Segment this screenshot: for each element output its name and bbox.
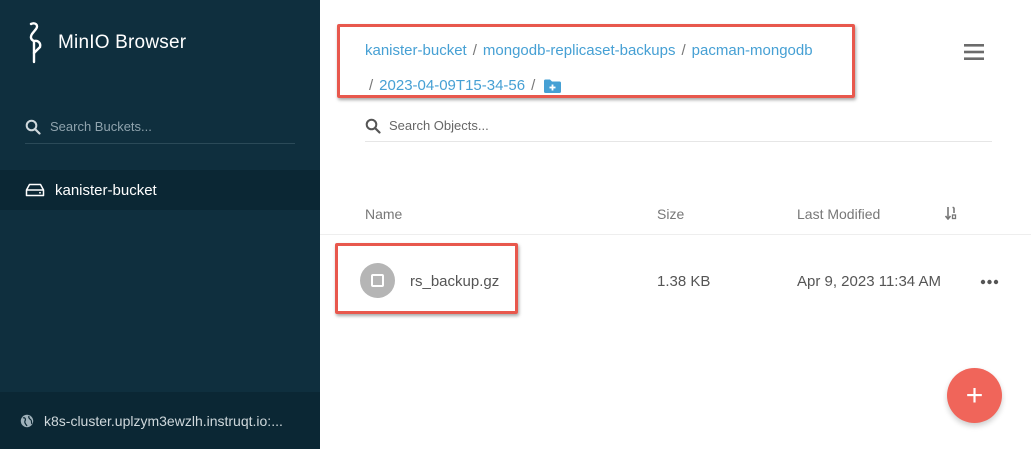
minio-logo-icon (29, 22, 42, 64)
more-options-icon[interactable] (980, 279, 999, 285)
brand-name: MinIO Browser (58, 32, 187, 53)
bucket-search (25, 110, 295, 144)
search-icon (365, 118, 381, 134)
breadcrumb-separator: / (531, 77, 536, 94)
hamburger-menu-icon[interactable] (964, 44, 984, 60)
sidebar-item-kanister-bucket[interactable]: kanister-bucket (0, 170, 320, 210)
breadcrumb-separator: / (681, 42, 686, 59)
add-button[interactable]: + (947, 368, 1002, 423)
breadcrumb-mongodb-replicaset-backups[interactable]: mongodb-replicaset-backups (483, 42, 676, 59)
column-header-name[interactable]: Name (365, 206, 402, 222)
globe-icon (20, 414, 34, 427)
breadcrumb: kanister-bucket / mongodb-replicaset-bac… (365, 42, 813, 59)
breadcrumb-separator: / (369, 77, 374, 94)
file-checkbox-icon[interactable] (360, 263, 395, 298)
breadcrumb-separator: / (472, 42, 477, 59)
breadcrumb-timestamp-folder[interactable]: 2023-04-09T15-34-56 (379, 77, 525, 94)
sidebar-item-label: kanister-bucket (55, 181, 157, 199)
sidebar: MinIO Browser kanister-bucket k8s-cluste… (0, 0, 320, 449)
object-search (365, 110, 992, 142)
drive-icon (25, 183, 45, 197)
sidebar-footer: k8s-cluster.uplzym3ewzlh.instruqt.io:... (0, 392, 320, 449)
object-search-input[interactable] (389, 118, 949, 133)
server-host: k8s-cluster.uplzym3ewzlh.instruqt.io:... (44, 412, 283, 429)
brand[interactable]: MinIO Browser (22, 22, 186, 64)
breadcrumb-kanister-bucket[interactable]: kanister-bucket (365, 42, 467, 59)
file-size: 1.38 KB (657, 273, 711, 290)
bucket-search-input[interactable] (50, 119, 280, 134)
file-last-modified: Apr 9, 2023 11:34 AM (797, 273, 941, 290)
file-name[interactable]: rs_backup.gz (410, 273, 499, 290)
breadcrumb-line-2: / 2023-04-09T15-34-56 / (369, 77, 562, 94)
header-divider (320, 234, 1031, 235)
sort-icon[interactable] (944, 206, 958, 220)
column-header-size[interactable]: Size (657, 206, 684, 222)
search-icon (25, 119, 41, 135)
add-folder-icon[interactable] (543, 78, 562, 94)
breadcrumb-pacman-mongodb[interactable]: pacman-mongodb (692, 42, 813, 59)
column-header-last-modified[interactable]: Last Modified (797, 206, 880, 222)
